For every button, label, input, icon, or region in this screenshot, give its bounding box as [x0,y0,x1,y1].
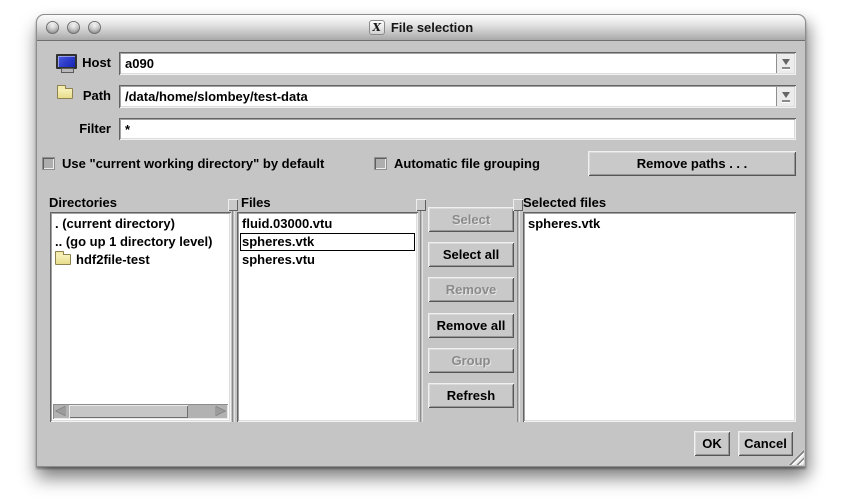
files-list[interactable]: fluid.03000.vtu spheres.vtk spheres.vtu [237,212,418,422]
use-cwd-label: Use "current working directory" by defau… [62,151,324,176]
host-field-frame [119,52,796,75]
title-group: X File selection [369,20,473,35]
refresh-button[interactable]: Refresh [428,383,514,408]
directories-heading: Directories [49,195,117,210]
window-controls [46,21,101,34]
ok-button[interactable]: OK [694,431,730,456]
host-input[interactable] [122,54,774,73]
remove-button[interactable]: Remove [428,277,514,302]
directories-list[interactable]: . (current directory) .. (go up 1 direct… [50,212,231,422]
list-item[interactable]: fluid.03000.vtu [240,215,415,233]
select-all-button[interactable]: Select all [428,242,514,267]
dropdown-line-icon [782,67,790,69]
splitter-grip[interactable] [228,199,238,211]
select-button[interactable]: Select [428,207,514,232]
folder-icon [55,254,71,265]
splitter[interactable] [232,211,235,422]
splitter[interactable] [420,211,423,422]
dropdown-line-icon [782,100,790,102]
remove-paths-button[interactable]: Remove paths . . . [588,151,796,176]
scroll-left-icon[interactable] [56,406,66,416]
splitter-grip[interactable] [513,199,523,211]
zoom-button[interactable] [88,21,101,34]
title-bar[interactable]: X File selection [37,15,805,41]
group-button[interactable]: Group [428,348,514,373]
list-item[interactable]: hdf2file-test [53,251,228,269]
auto-grouping-label: Automatic file grouping [394,151,540,176]
splitter[interactable] [517,211,520,422]
list-item-focused[interactable]: spheres.vtk [240,233,415,251]
minimize-button[interactable] [67,21,80,34]
window-title: File selection [391,20,473,35]
chevron-down-icon [782,92,790,98]
list-item[interactable]: spheres.vtk [526,215,793,233]
path-field-frame [119,85,796,108]
path-input[interactable] [122,87,774,106]
cancel-button[interactable]: Cancel [738,431,793,456]
filter-field-frame [119,118,796,140]
list-item[interactable]: spheres.vtu [240,251,415,269]
selected-files-heading: Selected files [523,195,606,210]
files-heading: Files [241,195,271,210]
file-selection-window: X File selection Host Path Filter Use "c… [36,14,806,467]
use-cwd-checkbox[interactable] [42,157,55,170]
list-item-label: hdf2file-test [76,252,150,267]
close-button[interactable] [46,21,59,34]
filter-label: Filter [37,121,111,136]
scroll-right-icon[interactable] [215,406,225,416]
scrollbar-thumb[interactable] [69,405,188,418]
selected-files-list[interactable]: spheres.vtk [523,212,796,422]
auto-grouping-checkbox[interactable] [374,157,387,170]
splitter-grip[interactable] [416,199,426,211]
list-item[interactable]: .. (go up 1 directory level) [53,233,228,251]
chevron-down-icon [782,59,790,65]
host-label: Host [37,55,111,70]
list-item[interactable]: . (current directory) [53,215,228,233]
horizontal-scrollbar[interactable] [53,404,228,419]
path-dropdown-button[interactable] [776,87,794,106]
x11-logo-icon: X [369,20,385,35]
host-dropdown-button[interactable] [776,54,794,73]
filter-input[interactable] [122,120,793,138]
remove-all-button[interactable]: Remove all [428,313,514,338]
path-label: Path [37,88,111,103]
